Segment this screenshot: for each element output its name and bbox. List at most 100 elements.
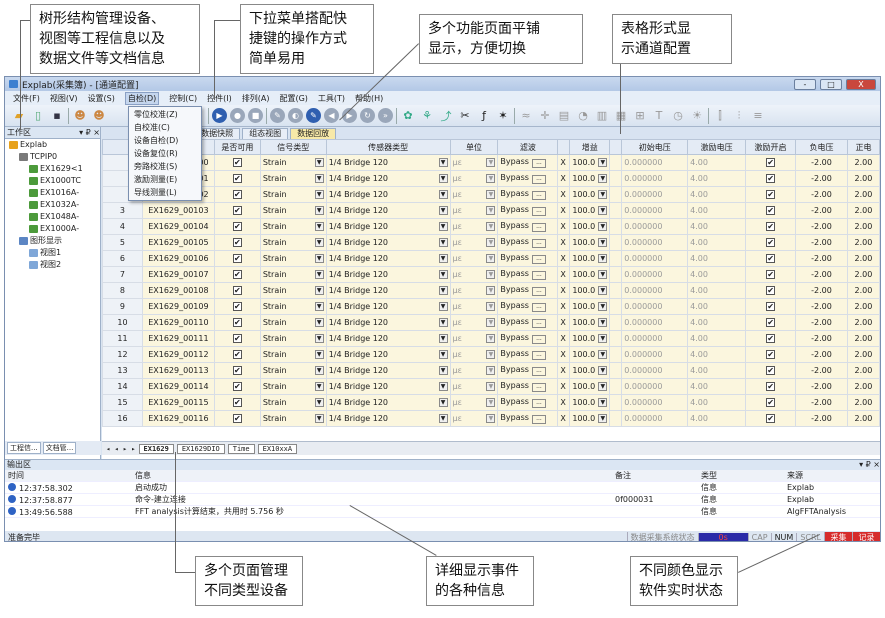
table-cell[interactable]: 8	[102, 282, 143, 299]
table-cell[interactable]: 4.00	[687, 378, 747, 395]
tree-node[interactable]: EX1032A-	[5, 199, 100, 211]
enabled-checkbox[interactable]: ✔	[766, 190, 776, 199]
table-cell[interactable]: 13	[102, 362, 143, 379]
table-cell[interactable]: Bypass...	[497, 154, 559, 171]
table-cell[interactable]: Strain ▼	[259, 282, 327, 299]
table-cell[interactable]: 2.00	[846, 186, 880, 203]
table-cell[interactable]: 4.00	[687, 154, 747, 171]
table-cell[interactable]: 0.000000	[621, 362, 689, 379]
table-cell[interactable]: Bypass...	[497, 410, 559, 427]
table-cell[interactable]: -2.00	[795, 250, 848, 267]
tree-node[interactable]: 图形显示	[5, 235, 100, 247]
table-cell[interactable]: Bypass...	[497, 330, 559, 347]
table-row[interactable]: EX1629_00102✔Strain▼1/4 Bridge 120▼με▼By…	[102, 186, 880, 203]
dropdown-arrow-icon[interactable]: ▼	[486, 158, 496, 167]
menuitem-zero-calibration[interactable]: 零位校准(Z)	[129, 108, 201, 121]
enabled-checkbox[interactable]: ✔	[766, 382, 776, 391]
table-row[interactable]: 3 EX1629_00103 ✔ Strain ▼ 1/4 Bridge 120 ▼ με ▼ B…	[102, 202, 880, 219]
table-cell[interactable]: Bypass...	[497, 282, 559, 299]
pointer-icon[interactable]: ✛	[537, 108, 553, 124]
table-cell[interactable]: 100.0 ▼	[569, 154, 611, 171]
table-cell[interactable]: 2.00	[846, 314, 880, 331]
table-cell[interactable]: Bypass...	[497, 250, 559, 267]
table-cell[interactable]: με ▼	[449, 186, 499, 203]
filter-options-button[interactable]: ...	[531, 287, 546, 296]
table-cell[interactable]: 100.0 ▼	[569, 250, 611, 267]
table-cell[interactable]: EX1629_00106	[141, 250, 215, 267]
table-cell[interactable]: Bypass...	[497, 394, 559, 411]
curve-icon[interactable]: ≈	[518, 108, 534, 124]
dropdown-arrow-icon[interactable]: ▼	[486, 302, 496, 311]
table-cell[interactable]: Strain ▼	[259, 330, 327, 347]
table-row[interactable]: 11 EX1629_00111 ✔ Strain ▼ 1/4 Bridge 120 ▼ με ▼…	[102, 330, 880, 347]
minimize-button[interactable]: -	[794, 78, 816, 90]
dropdown-arrow-icon[interactable]: ▼	[314, 318, 324, 327]
table-cell[interactable]: 100.0 ▼	[569, 378, 611, 395]
filter-options-button[interactable]: ...	[531, 159, 546, 168]
table-cell[interactable]: ✔	[745, 378, 797, 395]
wand-icon[interactable]: ✶	[495, 108, 511, 124]
table-cell[interactable]	[609, 282, 623, 299]
align-left-icon[interactable]: ⫿	[712, 108, 728, 124]
table-cell[interactable]: ✔	[213, 314, 261, 331]
table-row[interactable]: 12 EX1629_00112 ✔ Strain ▼ 1/4 Bridge 120 ▼ με ▼…	[102, 346, 880, 363]
table-cell[interactable]: ✔	[213, 266, 261, 283]
dropdown-arrow-icon[interactable]: ▼	[438, 222, 448, 231]
table-cell[interactable]: 4.00	[687, 266, 747, 283]
tree-node[interactable]: Explab	[5, 139, 100, 151]
filter-options-button[interactable]: ...	[531, 239, 546, 248]
table-cell[interactable]: Strain ▼	[259, 410, 327, 427]
table-cell[interactable]: X	[557, 346, 571, 363]
table-cell[interactable]: ✔	[745, 330, 797, 347]
table-cell[interactable]: -2.00	[795, 234, 848, 251]
table-cell[interactable]: 9	[102, 298, 143, 315]
tool-icon[interactable]: ✂	[457, 108, 473, 124]
table-cell[interactable]: 2.00	[846, 394, 880, 411]
table-cell[interactable]: 14	[102, 378, 143, 395]
table-cell[interactable]: ✔	[745, 266, 797, 283]
table-cell[interactable]: -2.00	[795, 218, 848, 235]
table-cell[interactable]: X	[557, 186, 571, 203]
table-cell[interactable]: 1/4 Bridge 120 ▼	[325, 154, 451, 171]
table-cell[interactable]: 0.000000	[621, 234, 689, 251]
loop-icon[interactable]: ↻	[360, 108, 375, 123]
table-cell[interactable]: 4.00	[687, 186, 747, 203]
column-header[interactable]: 单位	[449, 139, 499, 155]
enabled-checkbox[interactable]: ✔	[766, 318, 776, 327]
filter-icon[interactable]: ⚘	[419, 108, 435, 124]
dropdown-arrow-icon[interactable]: ▼	[314, 398, 324, 407]
table-cell[interactable]: Strain ▼	[259, 250, 327, 267]
enabled-checkbox[interactable]: ✔	[232, 270, 242, 279]
menu-tools[interactable]: 工具(T)	[318, 93, 345, 104]
filter-options-button[interactable]: ...	[531, 207, 546, 216]
table-cell[interactable]	[609, 394, 623, 411]
dropdown-arrow-icon[interactable]: ▼	[314, 334, 324, 343]
column-header[interactable]: 信号类型	[259, 139, 327, 155]
dropdown-arrow-icon[interactable]: ▼	[486, 398, 496, 407]
table-cell[interactable]: Bypass...	[497, 314, 559, 331]
table-cell[interactable]: με ▼	[449, 346, 499, 363]
table-cell[interactable]	[609, 266, 623, 283]
table-cell[interactable]: 2.00	[846, 218, 880, 235]
table-cell[interactable]: X	[557, 250, 571, 267]
table-cell[interactable]: 1/4 Bridge 120 ▼	[325, 314, 451, 331]
dropdown-arrow-icon[interactable]: ▼	[598, 206, 608, 215]
filter-options-button[interactable]: ...	[531, 191, 546, 200]
forward-icon[interactable]: »	[378, 108, 393, 123]
table-cell[interactable]: ✔	[745, 154, 797, 171]
table-cell[interactable]: 1/4 Bridge 120 ▼	[325, 410, 451, 427]
dropdown-arrow-icon[interactable]: ▼	[438, 158, 448, 167]
table-cell[interactable]: -2.00	[795, 266, 848, 283]
table-cell[interactable]: ✔	[213, 218, 261, 235]
dropdown-arrow-icon[interactable]: ▼	[438, 398, 448, 407]
bar-icon[interactable]: ▥	[594, 108, 610, 124]
table-row[interactable]: 15 EX1629_00115 ✔ Strain ▼ 1/4 Bridge 120 ▼ με ▼…	[102, 394, 880, 411]
table-cell[interactable]: ✔	[745, 202, 797, 219]
settings-icon[interactable]: ✿	[400, 108, 416, 124]
table-cell[interactable]: X	[557, 266, 571, 283]
dropdown-arrow-icon[interactable]: ▼	[314, 270, 324, 279]
table-cell[interactable]: 1/4 Bridge 120 ▼	[325, 266, 451, 283]
table-cell[interactable]: ✔	[745, 394, 797, 411]
table-cell[interactable]: Bypass...	[497, 202, 559, 219]
table-cell[interactable]: ✔	[213, 186, 261, 203]
